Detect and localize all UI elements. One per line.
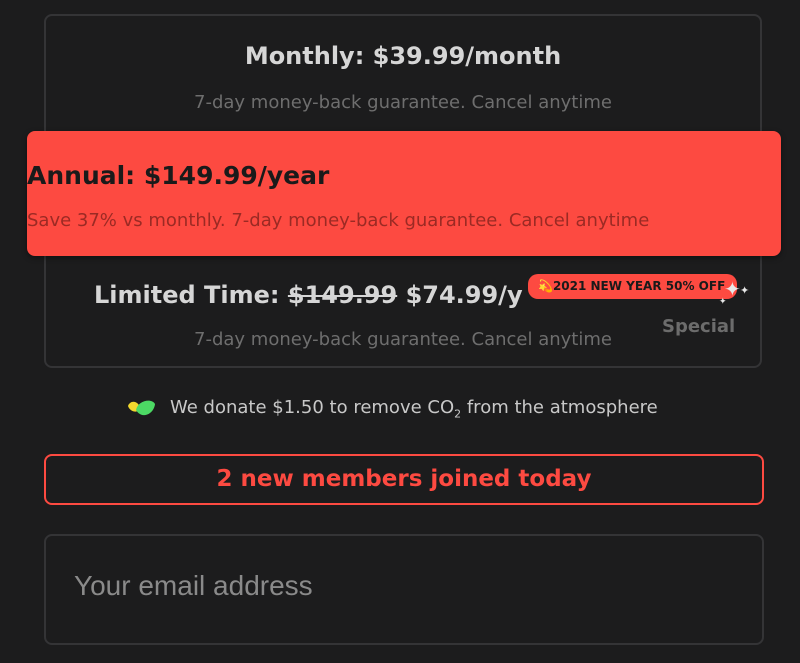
email-field-container [44, 534, 764, 645]
donation-text-before: We donate $1.50 to remove CO [170, 397, 455, 419]
plan-annual-title: Annual: $149.99/year [27, 161, 330, 190]
plan-limited-prefix: Limited Time: [94, 281, 280, 309]
donation-notice: We donate $1.50 to remove CO2 from the a… [126, 395, 658, 423]
plan-monthly-option[interactable]: Monthly: $39.99/month 7-day money-back g… [44, 14, 762, 124]
leaf-icon [128, 400, 155, 416]
plan-limited-old-price: $149.99 [287, 281, 398, 309]
plan-limited-new-price: $74.99/y [405, 281, 523, 309]
plan-annual-subtitle: Save 37% vs monthly. 7-day money-back gu… [27, 210, 650, 231]
pricing-page: Monthly: $39.99/month 7-day money-back g… [0, 0, 800, 663]
plan-limited-title: Limited Time: $149.99 $74.99/y [94, 281, 523, 309]
donation-text-after: from the atmosphere [461, 397, 658, 419]
email-field[interactable] [48, 538, 760, 641]
plan-monthly-subtitle: 7-day money-back guarantee. Cancel anyti… [194, 92, 612, 113]
sparkle-icon: ✦ [719, 297, 727, 307]
plan-limited-subtitle: 7-day money-back guarantee. Cancel anyti… [194, 329, 612, 350]
plan-annual-option[interactable]: Annual: $149.99/year Save 37% vs monthly… [27, 131, 781, 256]
sparkle-icon: ✦ [740, 284, 750, 297]
plan-monthly-title: Monthly: $39.99/month [244, 42, 562, 70]
social-proof-banner: 2 new members joined today [44, 454, 764, 505]
donation-text: We donate $1.50 to remove CO2 from the a… [170, 397, 658, 421]
promo-badge: 💫2021 NEW YEAR 50% OFF [528, 274, 738, 299]
